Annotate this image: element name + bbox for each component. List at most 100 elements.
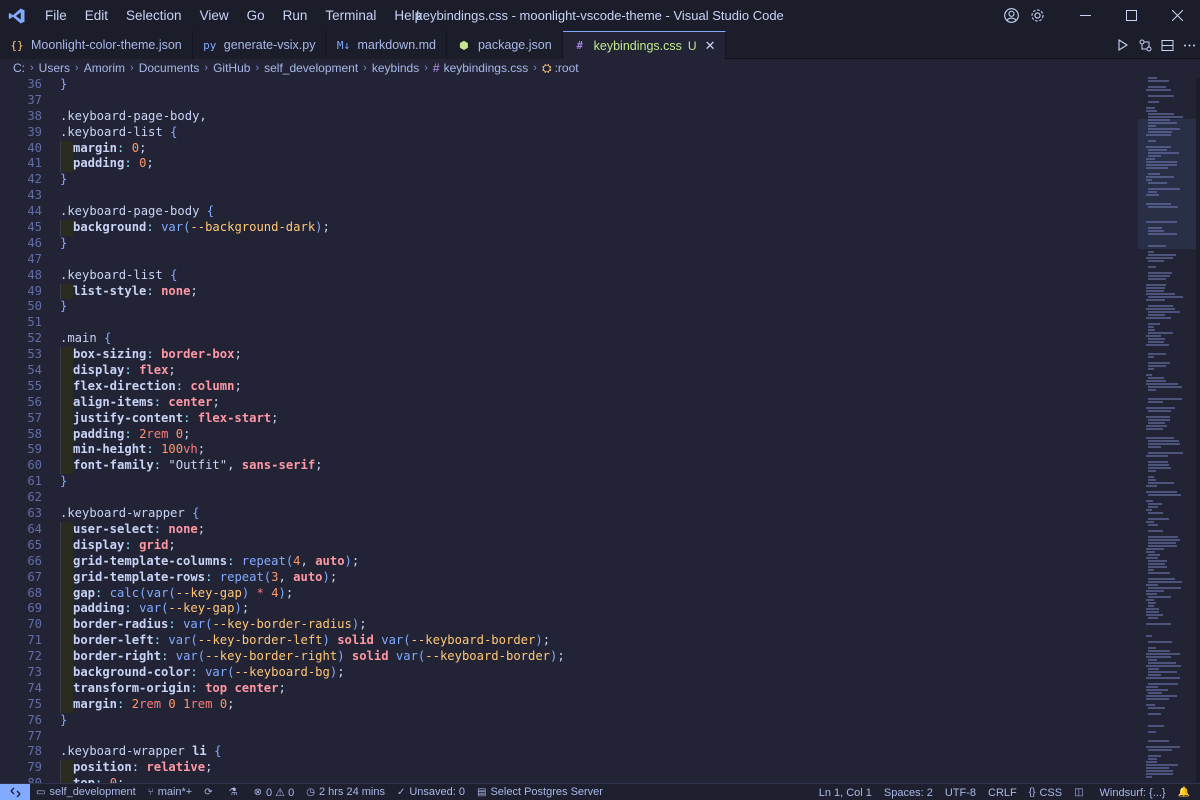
code-token: : — [124, 601, 140, 616]
close-tab-icon[interactable]: ✕ — [705, 38, 716, 54]
menu-go[interactable]: Go — [238, 0, 274, 31]
minimap[interactable] — [1138, 77, 1200, 783]
code-token: rem — [190, 696, 213, 711]
code-token: : — [153, 458, 169, 473]
breadcrumb-item[interactable]: Users — [39, 61, 70, 75]
code-token: .keyboard-wrapper — [60, 744, 193, 759]
breadcrumb-item[interactable]: :root — [555, 61, 579, 75]
code-token: , — [278, 569, 294, 584]
code-token: center — [234, 680, 279, 695]
code-token: : — [124, 426, 140, 441]
code-token: 4 — [293, 553, 301, 568]
breadcrumb-item[interactable]: self_development — [264, 61, 358, 75]
breadcrumb-item[interactable]: Amorim — [84, 61, 125, 75]
status-item[interactable]: ▤ Select Postgres Server — [471, 784, 609, 800]
minimap-line — [1148, 233, 1177, 235]
minimap-line — [1148, 578, 1175, 580]
code-line: } — [60, 713, 1136, 729]
breadcrumb-item[interactable]: keybinds — [372, 61, 419, 75]
breadcrumb-item[interactable]: GitHub — [213, 61, 250, 75]
status-item[interactable]: ◫ — [1068, 784, 1093, 800]
close-window-button[interactable] — [1154, 0, 1200, 31]
status-item[interactable]: UTF-8 — [939, 784, 982, 800]
breadcrumb-item[interactable]: keybindings.css — [444, 61, 529, 75]
status-right: Ln 1, Col 1 Spaces: 2 UTF-8 CRLF {} CSS ◫ Winds… — [813, 784, 1200, 800]
code-editor[interactable]: 36 37 38 39 40 41 42 43 44 45 46 47 48 49 50 51 52 53 54 55… — [0, 77, 1200, 783]
vertical-scrollbar[interactable] — [1196, 77, 1200, 783]
breadcrumb-separator-icon: › — [424, 62, 428, 74]
split-editor-icon[interactable] — [1156, 31, 1178, 59]
status-item[interactable]: ⚗ — [223, 784, 248, 800]
tab-keybindings-css[interactable]: # keybindings.css U ✕ — [562, 31, 727, 59]
code-line: padding: 2rem 0; — [60, 426, 1136, 443]
status-item[interactable]: {} CSS — [1023, 784, 1068, 800]
tab-generate-vsix-py[interactable]: py generate-vsix.py — [192, 31, 327, 59]
code-token: top — [205, 680, 228, 695]
line-number: 77 — [27, 728, 42, 743]
maximize-button[interactable] — [1108, 0, 1154, 31]
menu-selection[interactable]: Selection — [117, 0, 191, 31]
code-token: : — [190, 664, 206, 679]
indent-guide — [60, 664, 73, 681]
minimap-line — [1146, 500, 1153, 502]
status-item[interactable]: ✓ Unsaved: 0 — [391, 784, 471, 800]
gear-icon[interactable] — [1024, 0, 1050, 31]
indent-guide — [60, 378, 73, 395]
status-item[interactable]: Ln 1, Col 1 — [813, 784, 878, 800]
code-token: ; — [557, 649, 565, 664]
status-item[interactable]: 🔔 — [1172, 784, 1200, 800]
menu-bar: File Edit Selection View Go Run Terminal Help — [36, 0, 431, 31]
breadcrumb-item[interactable]: Documents — [139, 61, 200, 75]
minimap-line — [1148, 602, 1156, 604]
code-content[interactable]: } .keyboard-page-body, .keyboard-list {mar… — [60, 77, 1136, 783]
minimap-line — [1146, 704, 1155, 706]
minimap-line — [1146, 551, 1155, 553]
title-controls — [998, 0, 1200, 31]
status-item[interactable]: ⟳ — [198, 784, 222, 800]
minimize-button[interactable] — [1062, 0, 1108, 31]
code-line: .main { — [60, 331, 1136, 347]
minimap-line — [1148, 542, 1176, 544]
tab-moonlight-color-theme-json[interactable]: {} Moonlight-color-theme.json — [0, 31, 193, 59]
status-item[interactable]: CRLF — [982, 784, 1023, 800]
line-number: 66 — [27, 553, 42, 568]
status-item[interactable]: ▭ self_development — [30, 784, 142, 800]
minimap-line — [1148, 155, 1161, 157]
code-line: background: var(--background-dark); — [60, 220, 1136, 236]
menu-file[interactable]: File — [36, 0, 76, 31]
minimap-line — [1146, 158, 1155, 160]
status-label: 0 ⚠ 0 — [265, 786, 295, 799]
status-item[interactable]: Spaces: 2 — [878, 784, 939, 800]
source-control-compare-icon[interactable] — [1134, 31, 1156, 59]
menu-terminal[interactable]: Terminal — [316, 0, 385, 31]
remote-indicator[interactable] — [0, 783, 30, 800]
indent-guide — [60, 601, 73, 618]
more-actions-icon[interactable] — [1178, 31, 1200, 59]
menu-edit[interactable]: Edit — [76, 0, 117, 31]
minimap-line — [1146, 164, 1177, 166]
status-item[interactable]: Windsurf: {...} — [1094, 784, 1172, 800]
status-item[interactable]: ⑂ main*+ — [142, 784, 199, 800]
code-token: ; — [322, 220, 330, 235]
code-token: ; — [227, 696, 235, 711]
menu-view[interactable]: View — [191, 0, 238, 31]
breadcrumb-item[interactable]: C: — [13, 61, 25, 75]
tab-package-json[interactable]: ⬢ package.json — [446, 31, 563, 59]
minimap-line — [1148, 464, 1169, 466]
line-number-gutter: 36 37 38 39 40 41 42 43 44 45 46 47 48 49 50 51 52 53 54 55… — [0, 77, 52, 783]
account-icon[interactable] — [998, 0, 1024, 31]
minimap-line — [1146, 110, 1157, 112]
minimap-line — [1148, 311, 1180, 313]
menu-run[interactable]: Run — [274, 0, 317, 31]
code-token: auto — [293, 569, 323, 584]
code-token: var — [183, 617, 206, 632]
status-item[interactable]: ⊗ 0 ⚠ 0 — [248, 784, 301, 800]
code-line: top: 0; — [60, 776, 1136, 783]
code-line: gap: calc(var(--key-gap) * 4); — [60, 585, 1136, 602]
menu-help[interactable]: Help — [385, 0, 431, 31]
status-item[interactable]: ◷ 2 hrs 24 mins — [300, 784, 391, 800]
tab-markdown-md[interactable]: M↓ markdown.md — [326, 31, 447, 59]
run-icon[interactable] — [1112, 31, 1134, 59]
line-number: 54 — [27, 363, 42, 378]
